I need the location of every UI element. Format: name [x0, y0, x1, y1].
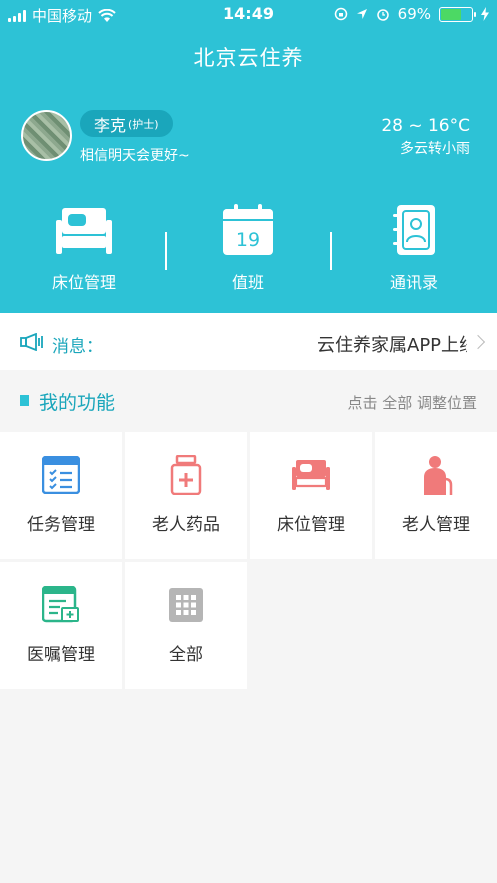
quick-bed-label: 床位管理	[51, 273, 116, 292]
divider	[330, 232, 332, 270]
rotation-lock-icon	[334, 7, 347, 21]
quick-duty-label: 值班	[231, 273, 264, 292]
functions-header: 我的功能 点击 全部 调整位置	[0, 372, 497, 430]
message-bar[interactable]: 消息： 云住养家属APP上线了	[0, 313, 497, 370]
calendar-day: 19	[236, 229, 260, 251]
grid-icon	[169, 588, 203, 622]
tile-elderly-management[interactable]: 老人管理	[375, 432, 497, 559]
tile-all[interactable]: 全部	[125, 562, 247, 689]
tile-label: 医嘱管理	[27, 645, 95, 665]
contacts-book-icon	[393, 205, 435, 255]
alarm-icon	[376, 9, 389, 21]
functions-hint[interactable]: 点击 全部 调整位置	[347, 392, 477, 413]
message-text: 云住养家属APP上线了	[317, 335, 467, 356]
tile-label: 老人药品	[152, 515, 220, 535]
chevron-right-icon	[470, 334, 486, 350]
task-list-icon	[42, 456, 80, 494]
user-role: (护士)	[128, 117, 159, 131]
status-right: 69%	[334, 5, 489, 23]
app-title: 北京云住养	[193, 46, 304, 70]
elderly-person-icon	[424, 456, 453, 495]
medical-order-icon	[42, 586, 79, 623]
megaphone-icon	[20, 333, 43, 351]
user-name-pill[interactable]: 李克 (护士)	[80, 110, 173, 137]
functions-title: 我的功能	[39, 392, 116, 414]
bed-icon	[292, 460, 330, 490]
quick-bed-management[interactable]: 床位管理	[14, 200, 154, 293]
avatar[interactable]	[21, 110, 72, 161]
tile-label: 老人管理	[402, 515, 470, 535]
calendar-icon: 19	[223, 204, 273, 255]
location-arrow-icon	[356, 9, 367, 19]
quick-duty[interactable]: 19 值班	[178, 200, 318, 293]
divider	[165, 232, 167, 270]
tile-medical-order[interactable]: 医嘱管理	[0, 562, 122, 689]
header: 中国移动 14:49 69% 北京云住养 李克 (护士) 相信明天会更好~ 28…	[0, 0, 497, 313]
section-marker	[20, 395, 29, 406]
quick-contacts-label: 通讯录	[389, 273, 438, 292]
tile-task-management[interactable]: 任务管理	[0, 432, 122, 559]
weather-temperature: 28 ~ 16°C	[381, 116, 470, 136]
quick-contacts[interactable]: 通讯录	[344, 200, 484, 293]
status-bar: 中国移动 14:49 69%	[0, 0, 497, 28]
tile-elderly-medicine[interactable]: 老人药品	[125, 432, 247, 559]
battery-icon	[439, 6, 476, 22]
weather-condition: 多云转小雨	[400, 141, 470, 157]
message-label: 消息：	[52, 337, 103, 357]
tile-label: 床位管理	[277, 515, 345, 535]
user-name: 李克	[94, 115, 127, 135]
user-motto: 相信明天会更好~	[80, 148, 190, 164]
charging-bolt-icon	[481, 7, 489, 21]
tile-bed-management[interactable]: 床位管理	[250, 432, 372, 559]
tile-label: 全部	[169, 645, 203, 665]
battery-fill	[441, 8, 461, 20]
medicine-bottle-icon	[170, 455, 202, 495]
bed-icon	[56, 208, 112, 254]
tile-label: 任务管理	[27, 515, 95, 535]
battery-percent: 69%	[397, 5, 431, 23]
